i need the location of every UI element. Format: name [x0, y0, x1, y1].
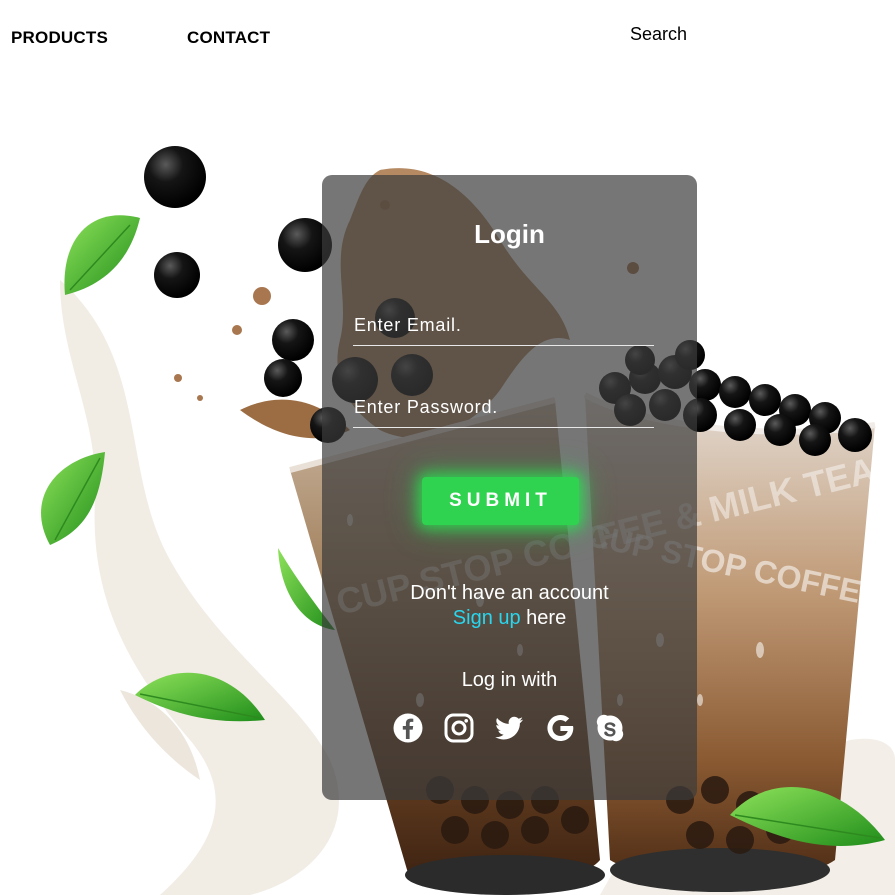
- google-icon[interactable]: [544, 712, 576, 744]
- instagram-icon[interactable]: [443, 712, 475, 744]
- no-account-text: Don't have an account: [410, 582, 609, 604]
- nav-products-link[interactable]: PRODUCTS: [11, 28, 108, 48]
- login-title: Login: [474, 219, 545, 249]
- signup-suffix: here: [520, 607, 567, 629]
- nav-search-link[interactable]: Search: [630, 24, 687, 45]
- email-field[interactable]: [353, 305, 654, 346]
- social-login-row: [392, 712, 626, 744]
- twitter-icon[interactable]: [493, 712, 525, 744]
- signup-prompt: Don't have an account Sign up here: [322, 581, 697, 631]
- skype-icon[interactable]: [594, 712, 626, 744]
- password-field[interactable]: [353, 387, 654, 428]
- login-with-label: Log in with: [461, 669, 558, 691]
- submit-button[interactable]: SUBMIT: [422, 477, 579, 525]
- nav-contact-link[interactable]: CONTACT: [187, 28, 270, 48]
- signup-link[interactable]: Sign up: [453, 607, 521, 629]
- login-card: Login SUBMIT Don't have an account Sign …: [322, 175, 697, 800]
- facebook-icon[interactable]: [392, 712, 424, 744]
